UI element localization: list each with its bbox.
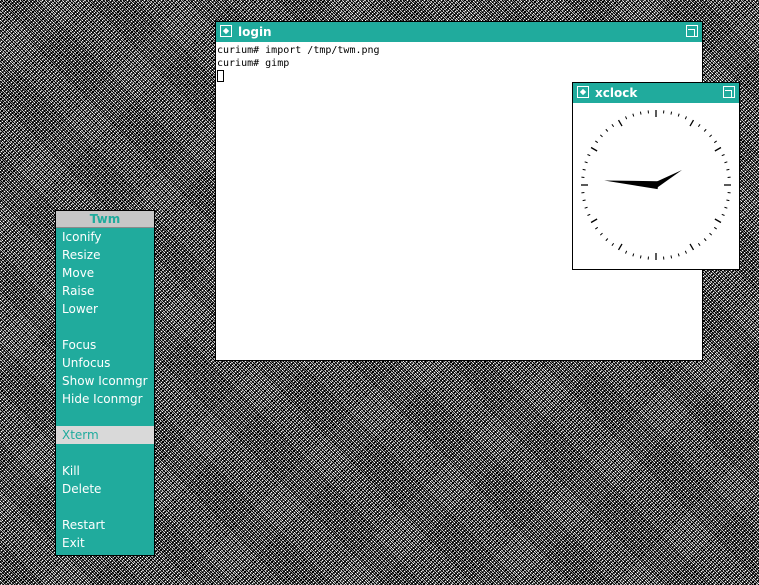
- terminal-line: curium# gimp: [217, 58, 290, 69]
- clock-minute-tick: [713, 140, 717, 144]
- iconify-icon[interactable]: [220, 25, 232, 37]
- terminal-line: curium# import /tmp/twm.png: [217, 45, 380, 56]
- clock-minute-tick: [721, 154, 725, 157]
- xclock-window[interactable]: xclock: [572, 82, 740, 270]
- clock-minute-tick: [713, 226, 717, 230]
- clock-minute-tick: [670, 255, 673, 259]
- window-title: login: [238, 25, 272, 39]
- clock-minute-tick: [611, 242, 615, 246]
- clock-minute-tick: [684, 116, 687, 120]
- clock-minute-tick: [605, 238, 609, 242]
- xclock-titlebar[interactable]: xclock: [573, 83, 739, 103]
- clock-hour-tick: [590, 218, 598, 224]
- menu-separator: [56, 318, 154, 336]
- menu-items: Iconify Resize Move Raise Lower Focus Unfocus S…: [56, 228, 154, 552]
- clock-dial: [581, 110, 731, 260]
- menu-item-kill[interactable]: Kill: [56, 462, 154, 480]
- menu-title: Twm: [56, 211, 154, 228]
- clock-minute-tick: [697, 242, 701, 246]
- menu-item-show-iconmgr[interactable]: Show Iconmgr: [56, 372, 154, 390]
- clock-minute-tick: [639, 255, 642, 259]
- text-cursor: [217, 70, 224, 82]
- clock-minute-tick: [605, 128, 609, 132]
- clock-minute-tick: [595, 140, 599, 144]
- clock-hour-tick: [689, 243, 695, 251]
- clock-minute-tick: [677, 113, 680, 117]
- clock-hour-tick: [714, 218, 722, 224]
- clock-minute-tick: [670, 111, 673, 115]
- clock-minute-tick: [703, 238, 707, 242]
- clock-minute-tick: [703, 128, 707, 132]
- clock-hour-tick: [590, 146, 598, 152]
- login-titlebar[interactable]: login: [216, 22, 702, 42]
- clock-hour-tick: [714, 146, 722, 152]
- clock-minute-tick: [611, 124, 615, 128]
- clock-minute-tick: [584, 161, 588, 164]
- menu-separator: [56, 498, 154, 516]
- clock-minute-tick: [639, 111, 642, 115]
- clock-minute-tick: [625, 116, 628, 120]
- clock-minute-tick: [684, 250, 687, 254]
- clock-hour-tick: [617, 243, 623, 251]
- menu-item-xterm[interactable]: Xterm: [56, 426, 154, 444]
- clock-minute-tick: [587, 154, 591, 157]
- menu-item-delete[interactable]: Delete: [56, 480, 154, 498]
- clock-minute-tick: [677, 253, 680, 257]
- menu-item-lower[interactable]: Lower: [56, 300, 154, 318]
- twm-root-menu[interactable]: Twm Iconify Resize Move Raise Lower Focus Unfo…: [55, 210, 155, 556]
- clock-hour-tick: [617, 119, 623, 127]
- menu-item-resize[interactable]: Resize: [56, 246, 154, 264]
- clock-hour-hand: [604, 180, 659, 190]
- clock-minute-tick: [599, 134, 603, 138]
- clock-minute-tick: [724, 206, 728, 209]
- menu-item-hide-iconmgr[interactable]: Hide Iconmgr: [56, 390, 154, 408]
- clock-minute-tick: [582, 168, 586, 171]
- clock-minute-tick: [726, 168, 730, 171]
- clock-minute-tick: [721, 213, 725, 216]
- clock-minute-tick: [726, 199, 730, 202]
- clock-minute-tick: [595, 226, 599, 230]
- clock-face: [573, 105, 739, 269]
- menu-separator: [56, 444, 154, 462]
- iconify-icon[interactable]: [577, 86, 589, 98]
- menu-item-move[interactable]: Move: [56, 264, 154, 282]
- menu-item-focus[interactable]: Focus: [56, 336, 154, 354]
- clock-minute-tick: [632, 113, 635, 117]
- menu-item-iconify[interactable]: Iconify: [56, 228, 154, 246]
- clock-minute-tick: [625, 250, 628, 254]
- menu-separator: [56, 408, 154, 426]
- clock-minute-tick: [632, 253, 635, 257]
- window-title: xclock: [595, 86, 638, 100]
- menu-item-exit[interactable]: Exit: [56, 534, 154, 552]
- clock-minute-tick: [697, 124, 701, 128]
- menu-item-raise[interactable]: Raise: [56, 282, 154, 300]
- clock-minute-tick: [709, 134, 713, 138]
- menu-item-restart[interactable]: Restart: [56, 516, 154, 534]
- clock-minute-hand: [652, 170, 682, 189]
- resize-icon[interactable]: [723, 86, 735, 98]
- menu-item-unfocus[interactable]: Unfocus: [56, 354, 154, 372]
- clock-minute-tick: [582, 199, 586, 202]
- clock-minute-tick: [587, 213, 591, 216]
- clock-minute-tick: [599, 232, 603, 236]
- resize-icon[interactable]: [686, 25, 698, 37]
- clock-minute-tick: [709, 232, 713, 236]
- clock-minute-tick: [584, 206, 588, 209]
- clock-minute-tick: [724, 161, 728, 164]
- clock-hour-tick: [689, 119, 695, 127]
